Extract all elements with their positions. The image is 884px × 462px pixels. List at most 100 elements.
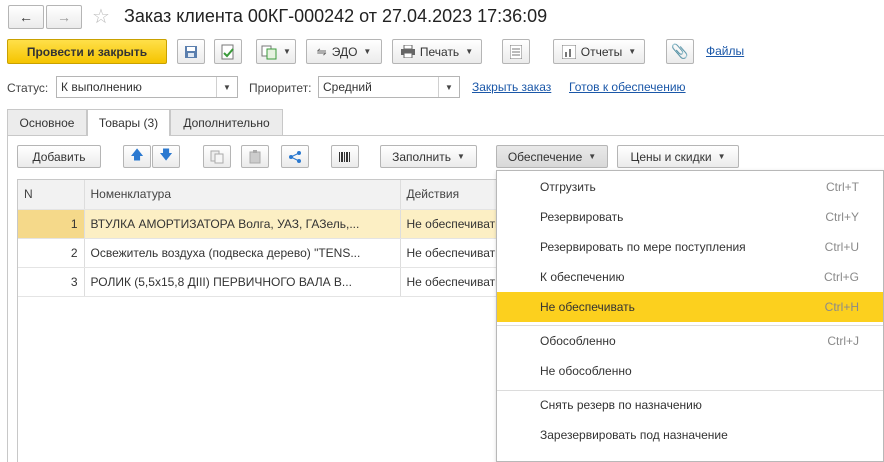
chevron-down-icon: ▼	[465, 47, 474, 56]
print-button[interactable]: Печать ▼	[392, 39, 482, 64]
table-row[interactable]: 3 РОЛИК (5,5х15,8 ДIII) ПЕРВИЧНОГО ВАЛА …	[18, 267, 498, 297]
tab-additional[interactable]: Дополнительно	[170, 109, 283, 135]
menu-item-shortcut: Ctrl+T	[826, 180, 859, 194]
paste-icon	[248, 149, 262, 164]
fill-label: Заполнить	[392, 149, 451, 164]
menu-item-label: Резервировать по мере поступления	[540, 240, 746, 254]
barcode-button[interactable]	[331, 145, 359, 168]
provision-menu: Отгрузить Ctrl+T Резервировать Ctrl+Y Ре…	[496, 170, 884, 462]
menu-item-ship[interactable]: Отгрузить Ctrl+T	[497, 172, 883, 202]
tab-main[interactable]: Основное	[7, 109, 87, 135]
edo-button[interactable]: ⇋ ЭДО ▼	[306, 39, 382, 64]
split-icon	[288, 150, 302, 164]
move-down-button[interactable]: 🡇	[152, 145, 180, 168]
reports-label: Отчеты	[580, 44, 623, 59]
create-based-icon	[261, 44, 277, 60]
favorite-star-icon[interactable]: ☆	[92, 4, 110, 29]
arrow-left-icon: ←	[19, 9, 33, 25]
add-button[interactable]: Добавить	[17, 145, 101, 168]
menu-item-label: К обеспечению	[540, 270, 625, 284]
chevron-down-icon[interactable]: ▼	[438, 77, 459, 97]
row-number[interactable]: 3	[18, 267, 85, 297]
menu-item-not-separately[interactable]: Не обособленно	[497, 356, 883, 386]
menu-item-shortcut: Ctrl+J	[827, 334, 859, 348]
edo-label: ЭДО	[331, 44, 358, 59]
chevron-down-icon: ▼	[363, 47, 372, 56]
row-nomenclature[interactable]: ВТУЛКА АМОРТИЗАТОРА Волга, УАЗ, ГАЗель,.…	[84, 209, 401, 239]
files-link[interactable]: Файлы	[706, 44, 744, 58]
barcode-icon	[338, 150, 352, 164]
post-document-icon	[220, 44, 236, 60]
ready-for-provision-link[interactable]: Готов к обеспечению	[569, 80, 686, 94]
row-action[interactable]: Не обеспечивать	[400, 267, 498, 297]
paperclip-icon: 📎	[671, 43, 689, 59]
provision-button[interactable]: Обеспечение ▼	[496, 145, 608, 168]
menu-item-label: Отгрузить	[540, 180, 596, 194]
menu-item-label: Резервировать	[540, 210, 624, 224]
menu-item-to-provision[interactable]: К обеспечению Ctrl+G	[497, 262, 883, 292]
printer-icon	[400, 45, 415, 58]
save-button[interactable]	[177, 39, 205, 64]
row-nomenclature[interactable]: Освежитель воздуха (подвеска дерево) "TE…	[84, 238, 401, 268]
move-up-button[interactable]: 🡅	[123, 145, 151, 168]
tab-main-label: Основное	[19, 115, 75, 130]
row-number[interactable]: 2	[18, 238, 85, 268]
document-structure-button[interactable]	[502, 39, 530, 64]
tab-goods[interactable]: Товары (3)	[87, 109, 170, 136]
row-nomenclature[interactable]: РОЛИК (5,5х15,8 ДIII) ПЕРВИЧНОГО ВАЛА В.…	[84, 267, 401, 297]
print-label: Печать	[419, 44, 460, 59]
menu-item-shortcut: Ctrl+Y	[825, 210, 859, 224]
chevron-down-icon: ▼	[628, 47, 637, 56]
status-label: Статус:	[7, 81, 49, 95]
tab-additional-label: Дополнительно	[183, 115, 270, 130]
column-header-n[interactable]: N	[18, 180, 85, 210]
arrow-up-icon: 🡅	[130, 146, 144, 162]
arrow-down-icon: 🡇	[159, 146, 173, 162]
status-value: К выполнению	[61, 80, 142, 94]
column-header-actions[interactable]: Действия	[400, 180, 498, 210]
menu-item-do-not-provide[interactable]: Не обеспечивать Ctrl+H	[497, 292, 883, 322]
create-based-on-button[interactable]: ▼	[256, 39, 296, 64]
priority-value: Средний	[323, 80, 372, 94]
report-icon	[561, 44, 576, 59]
copy-button[interactable]	[203, 145, 231, 168]
chevron-down-icon: ▼	[457, 152, 465, 161]
post-button[interactable]	[214, 39, 242, 64]
attach-button[interactable]: 📎	[666, 39, 694, 64]
post-and-close-label: Провести и закрыть	[26, 44, 148, 59]
priority-select[interactable]: Средний ▼	[318, 76, 460, 98]
add-label: Добавить	[32, 149, 86, 164]
back-button[interactable]: ←	[8, 5, 44, 29]
menu-item-separately[interactable]: Обособленно Ctrl+J	[497, 326, 883, 356]
tab-goods-label: Товары (3)	[98, 116, 159, 130]
prices-discounts-button[interactable]: Цены и скидки ▼	[617, 145, 739, 168]
reports-button[interactable]: Отчеты ▼	[553, 39, 645, 64]
row-action[interactable]: Не обеспечивать	[400, 209, 498, 239]
fill-button[interactable]: Заполнить ▼	[380, 145, 477, 168]
paste-button[interactable]	[241, 145, 269, 168]
chevron-down-icon[interactable]: ▼	[216, 77, 237, 97]
menu-item-reserve-on-arrival[interactable]: Резервировать по мере поступления Ctrl+U	[497, 232, 883, 262]
split-line-button[interactable]	[281, 145, 309, 168]
column-header-nomenclature[interactable]: Номенклатура	[84, 180, 401, 210]
status-select[interactable]: К выполнению ▼	[56, 76, 238, 98]
provision-label: Обеспечение	[507, 149, 583, 164]
menu-item-reserve[interactable]: Резервировать Ctrl+Y	[497, 202, 883, 232]
edo-icon: ⇋	[316, 44, 327, 59]
menu-item-label: Снять резерв по назначению	[540, 398, 702, 412]
menu-item-label: Обособленно	[540, 334, 616, 348]
menu-item-shortcut: Ctrl+U	[824, 240, 859, 254]
menu-item-shortcut: Ctrl+H	[824, 300, 859, 314]
list-icon	[510, 44, 522, 59]
table-row[interactable]: 1 ВТУЛКА АМОРТИЗАТОРА Волга, УАЗ, ГАЗель…	[18, 209, 498, 239]
row-action[interactable]: Не обеспечивать	[400, 238, 498, 268]
close-order-link[interactable]: Закрыть заказ	[472, 80, 551, 94]
row-number[interactable]: 1	[18, 209, 85, 239]
menu-item-shortcut: Ctrl+G	[823, 270, 859, 284]
menu-item-reserve-for-purpose[interactable]: Зарезервировать под назначение	[497, 420, 883, 450]
arrow-right-icon: →	[57, 9, 71, 25]
table-row[interactable]: 2 Освежитель воздуха (подвеска дерево) "…	[18, 238, 498, 268]
menu-item-remove-reserve[interactable]: Снять резерв по назначению	[497, 390, 883, 420]
post-and-close-button[interactable]: Провести и закрыть	[7, 39, 167, 64]
forward-button[interactable]: →	[46, 5, 82, 29]
